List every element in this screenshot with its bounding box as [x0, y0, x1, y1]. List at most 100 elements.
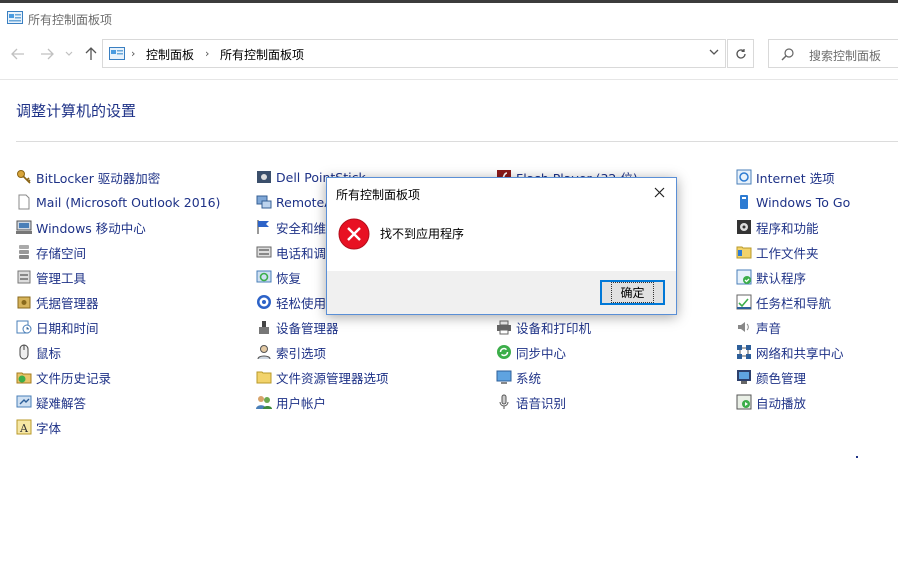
- item-recovery[interactable]: 恢复: [256, 268, 301, 286]
- ok-button[interactable]: 确定: [600, 280, 665, 305]
- item-mouse[interactable]: 鼠标: [16, 343, 61, 361]
- system-icon: [496, 369, 512, 385]
- item-remote-app[interactable]: RemoteA: [256, 193, 333, 211]
- item-bitlocker[interactable]: BitLocker 驱动器加密: [16, 168, 160, 186]
- item-color-management[interactable]: 颜色管理: [736, 368, 806, 386]
- windows-to-go-icon: [736, 194, 752, 210]
- file-history-icon: [16, 369, 32, 385]
- programs-features-icon: [736, 219, 752, 235]
- dialog-message: 找不到应用程序: [380, 227, 465, 241]
- page-title: 调整计算机的设置: [16, 102, 137, 120]
- item-ease-of-access[interactable]: 轻松使用: [256, 293, 326, 311]
- item-user-accounts[interactable]: 用户帐户: [256, 393, 326, 411]
- address-bar[interactable]: › 控制面板 › 所有控制面板项: [102, 39, 726, 68]
- device-manager-icon: [256, 319, 272, 335]
- breadcrumb-separator-icon[interactable]: ›: [205, 47, 209, 60]
- breadcrumb-control-panel[interactable]: 控制面板: [146, 46, 194, 63]
- refresh-button[interactable]: [727, 39, 754, 68]
- item-mail[interactable]: Mail (Microsoft Outlook 2016): [16, 193, 220, 211]
- default-programs-icon: [736, 269, 752, 285]
- chevron-down-icon[interactable]: [709, 48, 719, 56]
- ease-of-access-icon: [256, 294, 272, 310]
- item-credential-manager[interactable]: 凭据管理器: [16, 293, 99, 311]
- item-speech-recognition[interactable]: 语音识别: [496, 393, 566, 411]
- item-system[interactable]: 系统: [496, 368, 541, 386]
- breadcrumb-all-items[interactable]: 所有控制面板项: [220, 46, 304, 63]
- security-flag-icon: [256, 219, 272, 235]
- recent-locations-button[interactable]: [62, 44, 76, 64]
- remote-app-icon: [256, 194, 272, 210]
- up-button[interactable]: [81, 44, 101, 64]
- sync-center-icon: [496, 344, 512, 360]
- back-button[interactable]: [8, 44, 28, 64]
- storage-spaces-icon: [16, 244, 32, 260]
- autoplay-icon: [736, 394, 752, 410]
- item-admin-tools[interactable]: 管理工具: [16, 268, 86, 286]
- item-default-programs[interactable]: 默认程序: [736, 268, 806, 286]
- svg-text:A: A: [19, 422, 29, 435]
- recovery-icon: [256, 269, 272, 285]
- pointstick-icon: [256, 169, 272, 185]
- item-autoplay[interactable]: 自动播放: [736, 393, 806, 411]
- dialog-footer: 确定: [327, 271, 676, 314]
- forward-button[interactable]: [37, 44, 57, 64]
- item-mobility-center[interactable]: Windows 移动中心: [16, 218, 146, 236]
- work-folders-icon: [736, 244, 752, 260]
- search-box[interactable]: 搜索控制面板: [768, 39, 898, 68]
- item-indexing-options[interactable]: 索引选项: [256, 343, 326, 361]
- fonts-icon: A: [16, 419, 32, 435]
- taskbar-icon: [736, 294, 752, 310]
- date-time-icon: [16, 319, 32, 335]
- mouse-icon: [16, 344, 32, 360]
- arrow-left-icon: [11, 48, 24, 60]
- printer-icon: [496, 319, 512, 335]
- item-date-time[interactable]: 日期和时间: [16, 318, 99, 336]
- internet-options-icon: [736, 169, 752, 185]
- error-dialog: 所有控制面板项 找不到应用程序 确定: [326, 177, 677, 315]
- dialog-close-button[interactable]: [651, 184, 667, 200]
- troubleshooting-icon: [16, 394, 32, 410]
- folder-options-icon: [256, 369, 272, 385]
- item-programs-features[interactable]: 程序和功能: [736, 218, 819, 236]
- chevron-down-icon: [65, 51, 73, 56]
- close-icon: [654, 187, 664, 197]
- color-management-icon: [736, 369, 752, 385]
- breadcrumb-separator-icon[interactable]: ›: [131, 47, 135, 60]
- control-panel-icon: [109, 47, 125, 60]
- control-panel-icon: [7, 11, 23, 24]
- mobility-center-icon: [16, 219, 32, 235]
- item-devices-printers[interactable]: 设备和打印机: [496, 318, 591, 336]
- credential-manager-icon: [16, 294, 32, 310]
- item-windows-to-go[interactable]: Windows To Go: [736, 193, 850, 211]
- item-taskbar-navigation[interactable]: 任务栏和导航: [736, 293, 831, 311]
- item-internet-options[interactable]: Internet 选项: [736, 168, 835, 186]
- item-device-manager[interactable]: 设备管理器: [256, 318, 339, 336]
- item-sound[interactable]: 声音: [736, 318, 781, 336]
- indexing-icon: [256, 344, 272, 360]
- heading-divider: [16, 141, 898, 142]
- item-sync-center[interactable]: 同步中心: [496, 343, 566, 361]
- search-input[interactable]: 搜索控制面板: [809, 47, 881, 64]
- item-fonts[interactable]: A 字体: [16, 418, 61, 436]
- microphone-icon: [496, 394, 512, 410]
- stray-dot: [856, 456, 858, 458]
- item-folder-options[interactable]: 文件资源管理器选项: [256, 368, 389, 386]
- speaker-icon: [736, 319, 752, 335]
- dialog-title: 所有控制面板项: [336, 188, 421, 202]
- mail-document-icon: [16, 194, 32, 210]
- toolbar-divider: [0, 79, 898, 80]
- phone-modem-icon: [256, 244, 272, 260]
- item-phone-modem[interactable]: 电话和调: [256, 243, 326, 261]
- item-network-sharing[interactable]: 网络和共享中心: [736, 343, 844, 361]
- item-security-maintenance[interactable]: 安全和维: [256, 218, 326, 236]
- window-title: 所有控制面板项: [28, 13, 113, 27]
- item-storage-spaces[interactable]: 存储空间: [16, 243, 86, 261]
- error-icon: [338, 218, 370, 250]
- arrow-right-icon: [41, 48, 54, 60]
- item-troubleshooting[interactable]: 疑难解答: [16, 393, 86, 411]
- item-file-history[interactable]: 文件历史记录: [16, 368, 111, 386]
- title-bar: 所有控制面板项: [0, 3, 898, 33]
- user-accounts-icon: [256, 394, 272, 410]
- item-work-folders[interactable]: 工作文件夹: [736, 243, 819, 261]
- search-icon: [781, 48, 794, 61]
